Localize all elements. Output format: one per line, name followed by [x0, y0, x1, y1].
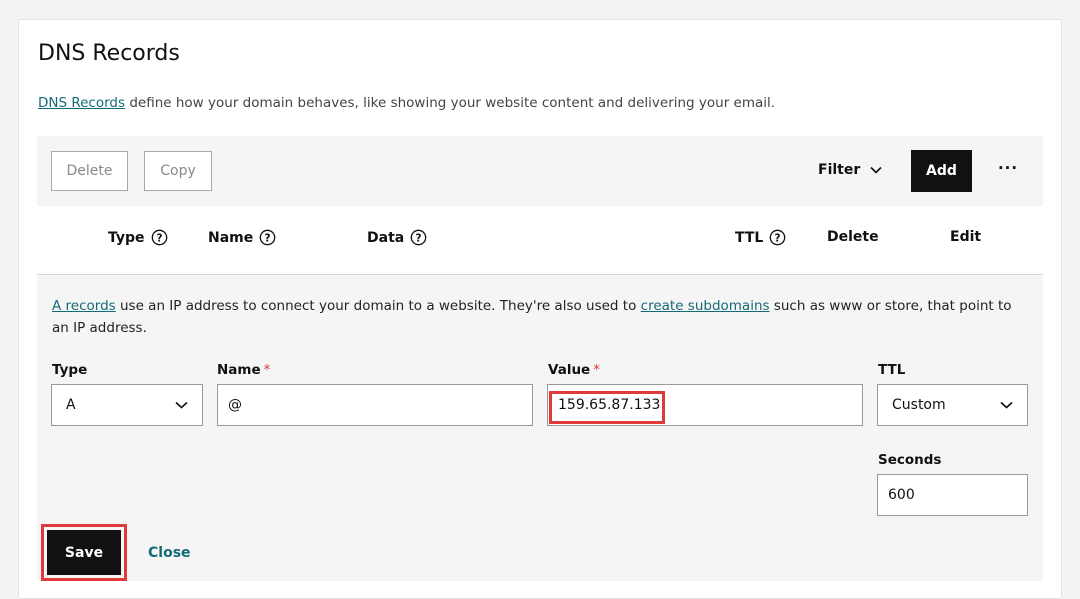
- value-label: Value *: [548, 362, 600, 378]
- save-button[interactable]: Save: [47, 530, 121, 575]
- a-records-link[interactable]: A records: [52, 298, 116, 314]
- chevron-down-icon: [870, 166, 882, 174]
- ttl-select-value: Custom: [892, 397, 946, 413]
- table-header: Type ? Name ? Data ? TTL ? Delete Edit: [37, 229, 1043, 269]
- ttl-label: TTL: [878, 362, 906, 378]
- column-type-label: Type: [108, 229, 145, 246]
- column-type: Type ?: [108, 229, 168, 246]
- dns-records-link[interactable]: DNS Records: [38, 95, 125, 111]
- record-type-description: A records use an IP address to connect y…: [52, 295, 1032, 339]
- create-subdomains-link[interactable]: create subdomains: [641, 298, 770, 314]
- help-icon[interactable]: ?: [410, 229, 427, 246]
- column-ttl: TTL ?: [735, 229, 786, 246]
- type-select[interactable]: A: [51, 384, 203, 426]
- value-label-text: Value: [548, 362, 591, 378]
- column-name-label: Name: [208, 229, 254, 246]
- description-text: use an IP address to connect your domain…: [115, 298, 641, 314]
- column-ttl-label: TTL: [735, 229, 764, 246]
- records-toolbar: Delete Copy Filter Add ···: [37, 136, 1043, 206]
- required-mark: *: [593, 362, 600, 378]
- close-link[interactable]: Close: [148, 545, 191, 561]
- column-data: Data ?: [367, 229, 427, 246]
- type-select-value: A: [66, 397, 76, 413]
- svg-text:?: ?: [775, 232, 781, 244]
- intro-description: define how your domain behaves, like sho…: [125, 95, 776, 111]
- seconds-label: Seconds: [878, 452, 942, 468]
- filter-label: Filter: [818, 162, 861, 178]
- column-edit: Edit: [950, 229, 982, 245]
- more-icon[interactable]: ···: [997, 158, 1019, 178]
- value-input[interactable]: [547, 384, 863, 426]
- name-label-text: Name: [217, 362, 261, 378]
- intro-text: DNS Records define how your domain behav…: [38, 95, 775, 111]
- help-icon[interactable]: ?: [259, 229, 276, 246]
- ttl-select[interactable]: Custom: [877, 384, 1028, 426]
- name-input[interactable]: [217, 384, 533, 426]
- copy-button[interactable]: Copy: [144, 151, 212, 191]
- column-delete: Delete: [827, 229, 879, 245]
- name-label: Name *: [217, 362, 270, 378]
- required-mark: *: [263, 362, 271, 378]
- svg-text:?: ?: [265, 232, 271, 244]
- page-title: DNS Records: [38, 41, 180, 66]
- type-label: Type: [52, 362, 88, 378]
- filter-dropdown[interactable]: Filter: [818, 162, 882, 178]
- seconds-input[interactable]: [877, 474, 1028, 516]
- chevron-down-icon: [1000, 401, 1013, 409]
- add-button[interactable]: Add: [911, 150, 972, 192]
- help-icon[interactable]: ?: [151, 229, 168, 246]
- svg-text:?: ?: [416, 232, 422, 244]
- column-name: Name ?: [208, 229, 276, 246]
- delete-button[interactable]: Delete: [51, 151, 128, 191]
- chevron-down-icon: [175, 401, 188, 409]
- column-data-label: Data: [367, 229, 405, 246]
- help-icon[interactable]: ?: [769, 229, 786, 246]
- svg-text:?: ?: [156, 232, 162, 244]
